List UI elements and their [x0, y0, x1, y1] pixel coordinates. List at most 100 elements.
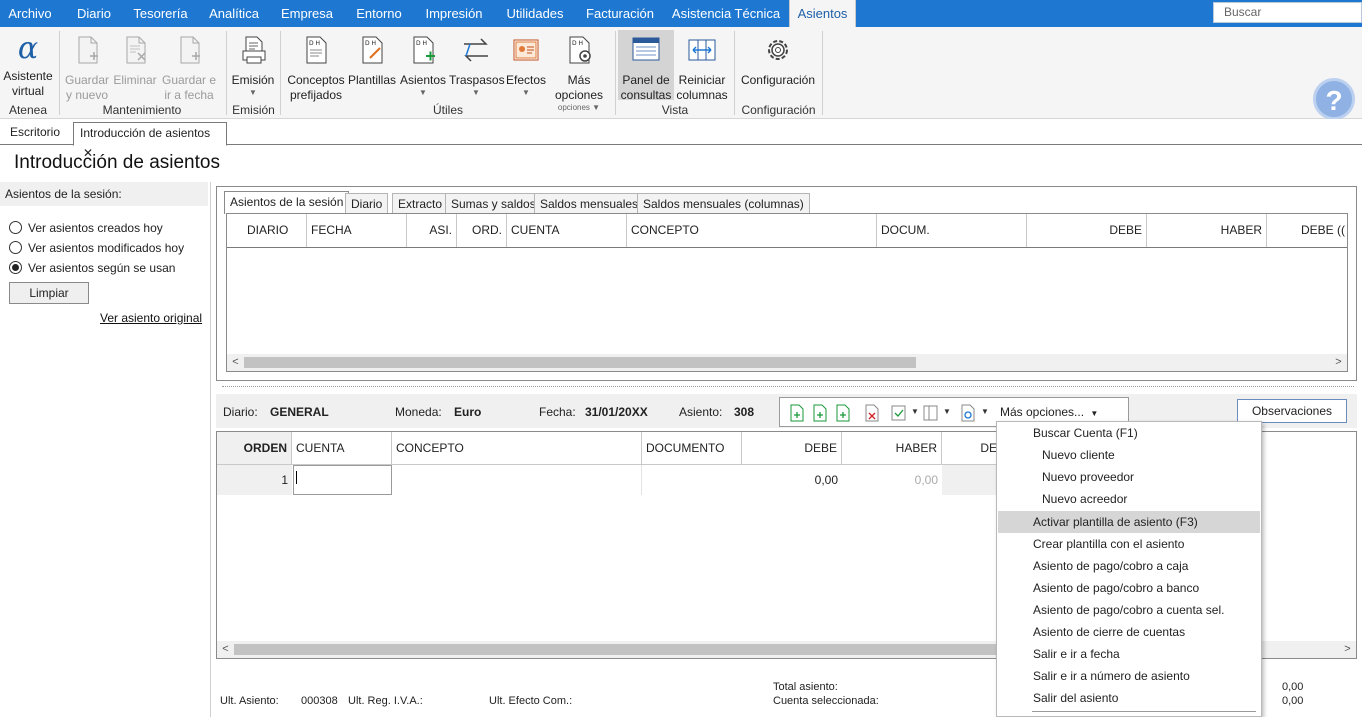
session-grid-scrollbar[interactable]: < >	[227, 354, 1347, 371]
tab-sumas-saldos[interactable]: Sumas y saldos	[445, 193, 542, 213]
efectos-button[interactable]: Efectos ▼	[504, 34, 548, 98]
eliminar-button[interactable]: Eliminar	[112, 34, 158, 88]
caret-down-icon[interactable]: ▼	[981, 407, 989, 416]
menu-item-activar-plantilla[interactable]: Activar plantilla de asiento (F3)	[998, 511, 1260, 533]
menu-impresion[interactable]: Impresión	[420, 0, 488, 27]
insert-line-icon[interactable]	[789, 404, 805, 422]
menu-item-nuevo-acreedor[interactable]: Nuevo acreedor	[998, 488, 1260, 510]
asistente-virtual-button[interactable]: α Asistente virtual	[2, 34, 54, 99]
limpiar-button[interactable]: Limpiar	[9, 282, 89, 304]
tab-saldos-mensuales-columnas[interactable]: Saldos mensuales (columnas)	[637, 193, 810, 213]
col-debe[interactable]: DEBE	[742, 432, 842, 465]
check-list-icon[interactable]	[891, 404, 907, 422]
splitter[interactable]	[222, 386, 1354, 388]
menu-item-crear-plantilla[interactable]: Crear plantilla con el asiento	[998, 533, 1260, 555]
col-docum[interactable]: DOCUM.	[877, 214, 1027, 247]
haber-cell[interactable]: 0,00	[842, 465, 942, 495]
delete-line-icon[interactable]	[864, 404, 880, 422]
menu-item-pago-caja[interactable]: Asiento de pago/cobro a caja	[998, 555, 1260, 577]
scroll-left-icon[interactable]: <	[217, 641, 234, 658]
col-concepto[interactable]: CONCEPTO	[627, 214, 877, 247]
asientos-button[interactable]: D H Asientos ▼	[399, 34, 447, 98]
col-debe-currency[interactable]: DE	[942, 432, 1002, 465]
col-asi[interactable]: ASI.	[407, 214, 457, 247]
radio-segun-se-usan[interactable]: Ver asientos según se usan	[9, 261, 175, 275]
configuracion-button[interactable]: Configuración	[740, 34, 816, 88]
menu-diario[interactable]: Diario	[65, 0, 123, 27]
view-document-icon[interactable]	[960, 404, 976, 422]
scroll-thumb[interactable]	[234, 644, 1014, 655]
session-grid[interactable]: DIARIO FECHA ASI. ORD. CUENTA CONCEPTO D…	[226, 213, 1348, 372]
menu-item-nuevo-cliente[interactable]: Nuevo cliente	[998, 444, 1260, 466]
documento-cell[interactable]	[642, 465, 742, 495]
guardar-ir-fecha-button[interactable]: Guardar e ir a fecha	[160, 34, 218, 103]
radio-creados-hoy[interactable]: Ver asientos creados hoy	[9, 221, 163, 235]
col-ord[interactable]: ORD.	[457, 214, 507, 247]
menu-empresa[interactable]: Empresa	[276, 0, 338, 27]
reiniciar-columnas-button[interactable]: Reiniciar columnas	[675, 34, 729, 103]
observaciones-button[interactable]: Observaciones	[1237, 399, 1347, 423]
caret-down-icon: ▼	[419, 88, 427, 97]
guardar-nuevo-button[interactable]: Guardar y nuevo	[64, 34, 110, 103]
help-icon[interactable]: ?	[1313, 78, 1355, 120]
menu-item-salir-numero[interactable]: Salir e ir a número de asiento	[998, 665, 1260, 687]
document-add-green-icon: D H	[413, 36, 435, 64]
menu-asistencia-tecnica[interactable]: Asistencia Técnica	[670, 0, 782, 27]
duplicate-line-icon[interactable]	[835, 404, 851, 422]
col-cuenta[interactable]: CUENTA	[292, 432, 392, 465]
tab-introduccion-asientos[interactable]: Introducción de asientos ✕	[73, 122, 227, 160]
col-debe-currency[interactable]: DEBE ((	[1267, 214, 1347, 247]
menu-item-buscar-cuenta[interactable]: Buscar Cuenta (F1)	[998, 422, 1260, 444]
caret-down-icon[interactable]: ▼	[943, 407, 951, 416]
col-diario[interactable]: DIARIO	[227, 214, 307, 247]
concepto-cell[interactable]	[392, 465, 642, 495]
col-orden[interactable]: ORDEN	[217, 432, 292, 465]
scroll-right-icon[interactable]: >	[1330, 354, 1347, 371]
col-fecha[interactable]: FECHA	[307, 214, 407, 247]
scroll-thumb[interactable]	[244, 357, 916, 368]
menu-entorno[interactable]: Entorno	[348, 0, 410, 27]
col-cuenta[interactable]: CUENTA	[507, 214, 627, 247]
ver-asiento-original-link[interactable]: Ver asiento original	[100, 311, 202, 325]
caret-down-icon[interactable]: ▼	[911, 407, 919, 416]
col-debe[interactable]: DEBE	[1027, 214, 1147, 247]
mas-opciones-ribbon-button[interactable]: D H Más opciones opciones ▼	[549, 34, 609, 113]
traspasos-button[interactable]: Traspasos ▼	[449, 34, 505, 98]
menu-analitica[interactable]: Analítica	[202, 0, 266, 27]
menu-item-salir-asiento[interactable]: Salir del asiento	[998, 687, 1260, 709]
col-haber[interactable]: HABER	[1147, 214, 1267, 247]
tab-escritorio[interactable]: Escritorio	[4, 122, 66, 145]
menu-asientos[interactable]: Asientos	[789, 0, 856, 28]
scroll-left-icon[interactable]: <	[227, 354, 244, 371]
mas-opciones-dropdown[interactable]: Más opciones... ▼	[1000, 404, 1098, 422]
col-documento[interactable]: DOCUMENTO	[642, 432, 742, 465]
tab-extracto[interactable]: Extracto	[392, 193, 449, 213]
caret-down-icon: ▼	[249, 88, 257, 97]
plantillas-button[interactable]: D H Plantillas	[347, 34, 397, 88]
scroll-right-icon[interactable]: >	[1339, 641, 1356, 658]
panel-consultas-button[interactable]: Panel de consultas	[619, 34, 673, 103]
emision-button[interactable]: Emisión ▼	[230, 34, 276, 98]
columns-icon[interactable]	[923, 404, 939, 422]
menu-utilidades[interactable]: Utilidades	[500, 0, 570, 27]
radio-modificados-hoy[interactable]: Ver asientos modificados hoy	[9, 241, 184, 255]
menu-tesoreria[interactable]: Tesorería	[128, 0, 193, 27]
menu-facturacion[interactable]: Facturación	[581, 0, 659, 27]
conceptos-prefijados-button[interactable]: D H Conceptos prefijados	[286, 34, 346, 103]
col-concepto[interactable]: CONCEPTO	[392, 432, 642, 465]
cuenta-input[interactable]	[293, 465, 392, 495]
col-haber[interactable]: HABER	[842, 432, 942, 465]
menu-item-pago-banco[interactable]: Asiento de pago/cobro a banco	[998, 577, 1260, 599]
menu-archivo[interactable]: Archivo	[0, 0, 60, 27]
menu-item-nuevo-proveedor[interactable]: Nuevo proveedor	[998, 466, 1260, 488]
debe-cell[interactable]: 0,00	[742, 465, 842, 495]
tab-saldos-mensuales[interactable]: Saldos mensuales	[534, 193, 645, 213]
menu-item-cierre-cuentas[interactable]: Asiento de cierre de cuentas	[998, 621, 1260, 643]
tab-diario[interactable]: Diario	[345, 193, 389, 213]
menu-item-salir-fecha[interactable]: Salir e ir a fecha	[998, 643, 1260, 665]
menu-item-pago-cuenta[interactable]: Asiento de pago/cobro a cuenta sel.	[998, 599, 1260, 621]
search-input[interactable]: Buscar	[1213, 2, 1362, 23]
tab-asientos-sesion[interactable]: Asientos de la sesión	[224, 191, 350, 214]
group-configuracion: Configuración	[741, 103, 816, 117]
add-line-icon[interactable]	[812, 404, 828, 422]
